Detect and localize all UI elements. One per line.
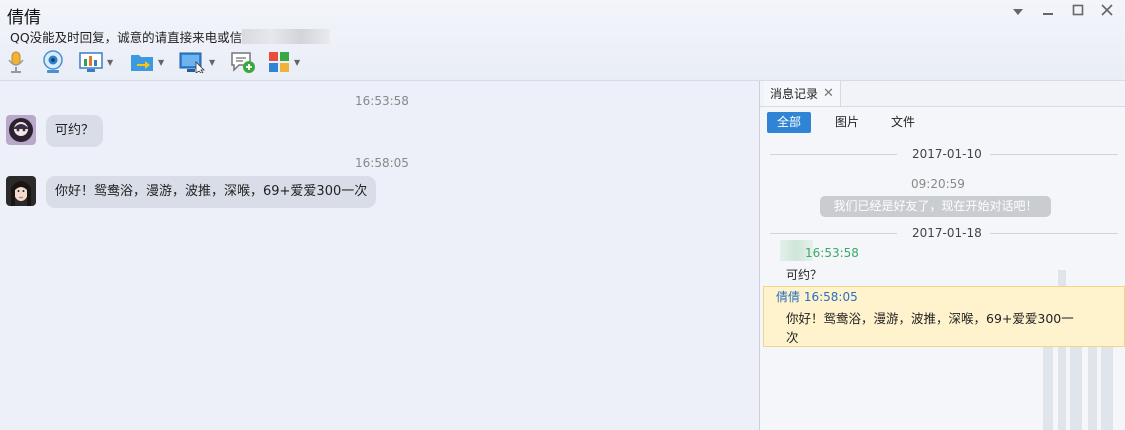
divider xyxy=(990,233,1118,234)
screen-share-button[interactable]: ▼ xyxy=(179,48,215,76)
close-icon[interactable]: ✕ xyxy=(823,86,834,101)
date-separator: 2017-01-18 xyxy=(912,226,982,240)
message-time: 16:58:05 xyxy=(355,156,409,170)
chevron-down-icon[interactable]: ▼ xyxy=(209,58,215,67)
screen-share-icon xyxy=(179,52,205,73)
message-history-panel: 消息记录 ✕ 全部 图片 文件 2017-01-10 09:20:59 我们已经… xyxy=(759,81,1125,430)
message-time: 16:53:58 xyxy=(355,94,409,108)
video-call-button[interactable] xyxy=(41,48,65,76)
chat-message-area[interactable]: 16:53:58 可约？ 16:58:05 你好！鸳鸯浴，漫游，波推，深喉，69… xyxy=(0,81,758,430)
chevron-down-icon[interactable]: ▼ xyxy=(158,58,164,67)
new-message-icon xyxy=(231,52,255,73)
history-message-text[interactable]: 可约？ xyxy=(786,266,822,283)
history-time: 16:58:05 xyxy=(803,290,858,304)
maximize-icon[interactable] xyxy=(1068,4,1088,20)
contact-name[interactable]: 倩倩 xyxy=(7,3,41,28)
filter-all[interactable]: 全部 xyxy=(767,112,812,133)
avatar[interactable] xyxy=(6,176,36,206)
history-message-text: 次 xyxy=(786,330,799,345)
remote-desktop-icon xyxy=(79,52,103,72)
remote-desktop-button[interactable]: ▼ xyxy=(79,48,113,76)
file-transfer-button[interactable]: ▼ xyxy=(130,48,164,76)
tab-label: 消息记录 xyxy=(770,87,819,101)
send-message-button[interactable] xyxy=(230,48,256,76)
contact-signature: QQ没能及时回复，诚意的请直接来电或信息 xyxy=(10,30,255,45)
apps-icon xyxy=(269,52,289,72)
webcam-icon xyxy=(43,50,63,73)
redacted-block xyxy=(242,29,330,44)
history-message-text: 你好！鸳鸯浴，漫游，波推，深喉，69+爱爱300一 xyxy=(786,311,1074,326)
minimize-icon[interactable] xyxy=(1038,4,1058,20)
chevron-down-icon[interactable]: ▼ xyxy=(107,58,113,67)
filter-files[interactable]: 文件 xyxy=(881,112,925,133)
message-bubble[interactable]: 可约？ xyxy=(46,115,104,147)
chat-header: 倩倩 QQ没能及时回复，诚意的请直接来电或信息 ▼ ▼ ▼ ▼ xyxy=(0,0,1125,81)
divider xyxy=(770,154,897,155)
system-notice: 我们已经是好友了，现在开始对话吧！ xyxy=(820,196,1051,217)
history-time: 16:53:58 xyxy=(805,246,859,260)
voice-call-button[interactable] xyxy=(6,48,26,76)
highlighted-history-message[interactable]: 倩倩 16:58:05 你好！鸳鸯浴，漫游，波推，深喉，69+爱爱300一 次 xyxy=(763,286,1125,347)
dropdown-icon[interactable] xyxy=(1008,4,1028,20)
divider xyxy=(990,154,1118,155)
date-separator: 2017-01-10 xyxy=(912,147,982,161)
tab-message-history[interactable]: 消息记录 ✕ xyxy=(764,81,841,106)
chevron-down-icon[interactable]: ▼ xyxy=(294,58,300,67)
message-bubble[interactable]: 你好！鸳鸯浴，漫游，波推，深喉，69+爱爱300一次 xyxy=(46,176,377,208)
close-icon[interactable] xyxy=(1097,4,1117,20)
microphone-icon xyxy=(8,51,24,73)
divider xyxy=(770,233,897,234)
apps-button[interactable]: ▼ xyxy=(268,48,300,76)
file-transfer-icon xyxy=(131,55,153,71)
history-sender: 倩倩 xyxy=(776,290,801,304)
filter-images[interactable]: 图片 xyxy=(825,112,869,133)
avatar[interactable] xyxy=(6,115,36,145)
chat-toolbar: ▼ ▼ ▼ ▼ xyxy=(0,48,330,76)
history-time: 09:20:59 xyxy=(911,177,965,191)
history-tabbar: 消息记录 ✕ xyxy=(760,81,1125,107)
